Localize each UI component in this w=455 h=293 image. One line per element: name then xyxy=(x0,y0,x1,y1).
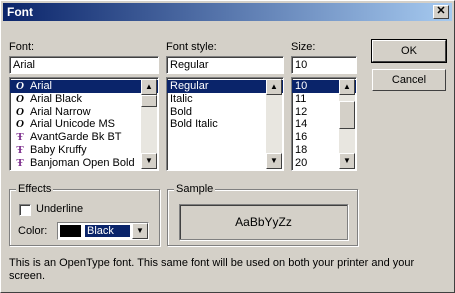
list-item-label: 12 xyxy=(295,105,308,118)
size-input[interactable]: 10 xyxy=(291,56,357,74)
list-item-label: Arial Black xyxy=(30,92,82,105)
font-style-list[interactable]: Regular Italic Bold Bold Italic ▲ ▼ xyxy=(166,77,284,171)
font-scrollbar[interactable]: ▲ ▼ xyxy=(141,79,157,169)
truetype-font-icon: Ŧ xyxy=(16,143,24,156)
list-item-label: Bold Italic xyxy=(170,118,218,131)
scroll-up-icon[interactable]: ▲ xyxy=(339,79,355,95)
list-item-label: Bold xyxy=(170,105,193,118)
color-swatch xyxy=(60,225,81,237)
list-item-label: 16 xyxy=(295,131,308,144)
size-list[interactable]: 10 11 12 14 16 18 20 ▲ ▼ xyxy=(291,77,357,171)
scroll-up-icon[interactable]: ▲ xyxy=(141,79,157,95)
title-bar: Font ✕ xyxy=(3,3,452,21)
size-label: Size: xyxy=(291,41,316,53)
scroll-thumb[interactable] xyxy=(141,95,157,107)
list-item-label: 20 xyxy=(295,156,308,169)
size-scrollbar[interactable]: ▲ ▼ xyxy=(339,79,355,169)
truetype-font-icon: Ŧ xyxy=(16,131,24,144)
ok-button[interactable]: OK xyxy=(371,39,447,63)
font-dialog: Font ✕ Font: Arial O Arial O Arial Black O Ar… xyxy=(0,0,455,293)
list-item[interactable]: Ŧ AvantGarde Bk BT xyxy=(10,131,158,144)
font-style-input[interactable]: Regular xyxy=(166,56,284,74)
cancel-button[interactable]: Cancel xyxy=(372,69,446,91)
color-dropdown[interactable]: Black ▼ xyxy=(57,222,149,240)
font-style-label: Font style: xyxy=(166,41,217,53)
style-scrollbar[interactable]: ▲ ▼ xyxy=(266,79,282,169)
sample-preview: AaBbYyZz xyxy=(179,204,348,240)
dialog-title: Font xyxy=(7,5,33,19)
list-item-label: Arial xyxy=(30,80,53,92)
list-item-label: Italic xyxy=(170,92,193,105)
underline-checkbox[interactable] xyxy=(19,204,31,216)
chevron-down-icon[interactable]: ▼ xyxy=(132,223,148,239)
sample-label: Sample xyxy=(174,183,216,195)
opentype-font-icon: O xyxy=(16,118,24,131)
font-description: This is an OpenType font. This same font… xyxy=(9,257,415,282)
list-item-label: 18 xyxy=(295,143,308,156)
list-item-label: Baby Kruffy xyxy=(30,143,87,156)
list-item[interactable]: O Arial Unicode MS xyxy=(10,118,158,131)
list-item-label: 10 xyxy=(295,80,308,92)
list-item-label: Regular xyxy=(170,80,209,92)
font-label: Font: xyxy=(9,41,35,53)
list-item[interactable]: O Arial Narrow xyxy=(10,106,158,119)
truetype-font-icon: Ŧ xyxy=(16,156,24,169)
underline-label: Underline xyxy=(36,203,84,215)
scroll-down-icon[interactable]: ▼ xyxy=(339,153,355,169)
list-item[interactable]: O Arial xyxy=(10,80,158,93)
list-item-label: Arial Unicode MS xyxy=(30,118,115,131)
list-item[interactable]: Ŧ Banjoman Open Bold xyxy=(10,157,158,170)
opentype-font-icon: O xyxy=(16,80,24,92)
font-list[interactable]: O Arial O Arial Black O Arial Narrow O Arial Un… xyxy=(9,77,159,171)
scroll-down-icon[interactable]: ▼ xyxy=(141,153,157,169)
close-icon[interactable]: ✕ xyxy=(433,5,449,19)
list-item-label: Banjoman Open Bold xyxy=(30,156,135,169)
color-label: Color: xyxy=(18,225,48,237)
list-item-label: 14 xyxy=(295,118,308,131)
scroll-down-icon[interactable]: ▼ xyxy=(266,153,282,169)
list-item-label: AvantGarde Bk BT xyxy=(30,131,122,144)
effects-label: Effects xyxy=(16,183,54,195)
list-item-label: 11 xyxy=(295,92,307,105)
font-input[interactable]: Arial xyxy=(9,56,159,74)
opentype-font-icon: O xyxy=(16,92,24,105)
list-item[interactable]: Ŧ Baby Kruffy xyxy=(10,144,158,157)
color-value: Black xyxy=(85,225,130,237)
scroll-up-icon[interactable]: ▲ xyxy=(266,79,282,95)
opentype-font-icon: O xyxy=(16,105,24,118)
scroll-thumb[interactable] xyxy=(339,101,355,129)
list-item-label: Arial Narrow xyxy=(30,105,91,118)
list-item[interactable]: O Arial Black xyxy=(10,93,158,106)
